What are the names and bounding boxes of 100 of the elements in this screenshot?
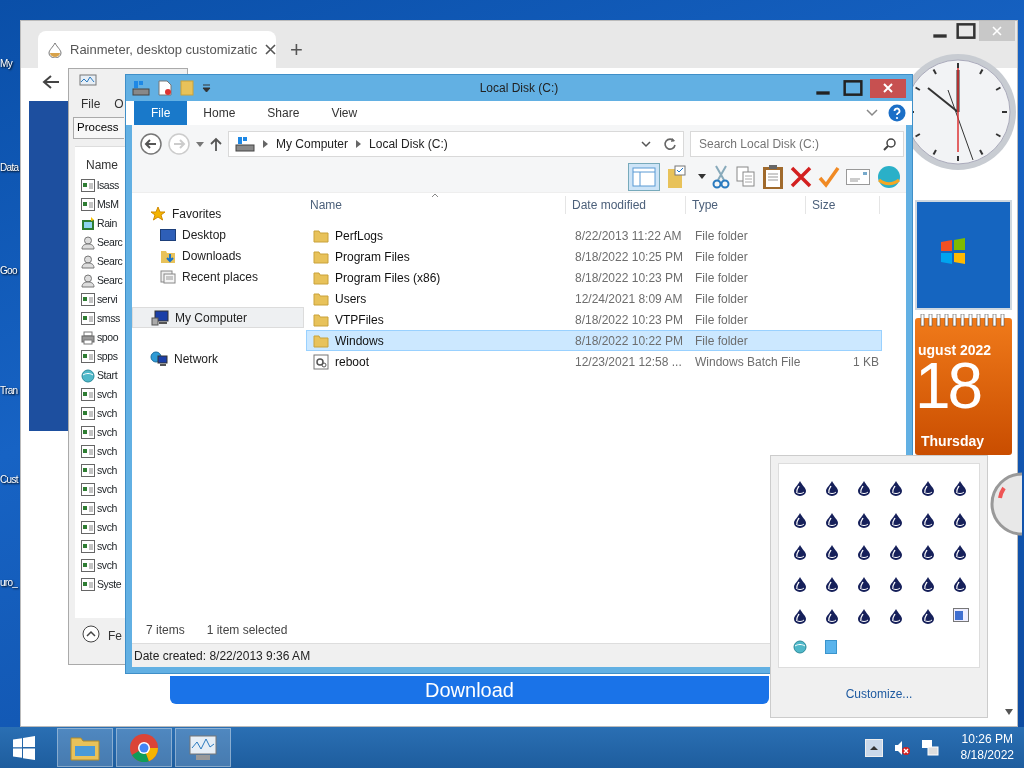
file-row[interactable]: Windows 8/18/2022 10:22 PM File folder <box>306 330 882 351</box>
chevron-up-icon[interactable] <box>864 738 883 757</box>
desktop-icon-label[interactable]: Data <box>0 162 19 173</box>
drop-icon[interactable] <box>953 480 967 496</box>
drop-icon[interactable] <box>793 512 807 528</box>
nav-item[interactable]: Downloads <box>132 245 304 266</box>
column-header[interactable]: Name <box>86 156 118 174</box>
refresh-icon[interactable] <box>663 137 677 151</box>
file-row[interactable]: Program Files 8/18/2022 10:25 PM File folder <box>306 246 882 267</box>
back-icon[interactable] <box>140 133 162 155</box>
maximize-icon[interactable] <box>953 21 979 41</box>
column-header[interactable]: Date modified <box>566 196 686 214</box>
nav-item[interactable]: Recent places <box>132 266 304 287</box>
drop-icon[interactable] <box>857 544 871 560</box>
drop-icon[interactable] <box>793 608 807 624</box>
column-header[interactable]: Size <box>806 196 880 214</box>
file-row[interactable]: PerfLogs 8/22/2013 11:22 AM File folder <box>306 225 882 246</box>
window-icon[interactable] <box>953 608 969 622</box>
maximize-icon[interactable] <box>840 78 866 98</box>
drop-icon[interactable] <box>793 480 807 496</box>
drop-icon[interactable] <box>793 544 807 560</box>
chevron-down-icon[interactable] <box>866 109 878 117</box>
drop-icon[interactable] <box>825 608 839 624</box>
menu-item[interactable]: File <box>81 95 101 113</box>
check-icon[interactable] <box>818 165 840 188</box>
drop-icon[interactable] <box>857 608 871 624</box>
breadcrumb-item[interactable]: Local Disk (C:) <box>369 135 448 153</box>
clock-time[interactable]: 10:26 PM <box>960 731 1014 748</box>
drop-icon[interactable] <box>953 576 967 592</box>
nav-item[interactable]: My Computer <box>132 307 304 328</box>
drop-icon[interactable] <box>921 576 935 592</box>
taskbar-button[interactable] <box>175 728 231 767</box>
drop-icon[interactable] <box>921 544 935 560</box>
drop-icon[interactable] <box>889 480 903 496</box>
desktop-icon-label[interactable]: Tran <box>0 385 18 396</box>
drop-icon[interactable] <box>921 608 935 624</box>
scissors-icon[interactable] <box>712 164 730 189</box>
help-icon[interactable] <box>888 104 906 122</box>
file-row[interactable]: Program Files (x86) 8/18/2022 10:23 PM File folder <box>306 267 882 288</box>
new-tab-button[interactable]: + <box>286 33 307 66</box>
drop-icon[interactable] <box>889 512 903 528</box>
globe-icon[interactable] <box>793 640 807 654</box>
search-icon[interactable] <box>883 138 896 151</box>
scroll-down-arrow-icon[interactable] <box>1005 709 1013 715</box>
drop-icon[interactable] <box>825 480 839 496</box>
drop-icon[interactable] <box>953 544 967 560</box>
file-row[interactable]: VTPFiles 8/18/2022 10:23 PM File folder <box>306 309 882 330</box>
drop-icon[interactable] <box>953 512 967 528</box>
network-icon[interactable] <box>920 738 939 757</box>
chevron-down-icon[interactable] <box>641 140 651 148</box>
desktop-icon-label[interactable]: My <box>0 58 12 69</box>
search-field[interactable]: Search Local Disk (C:) <box>690 131 904 157</box>
drop-icon[interactable] <box>889 576 903 592</box>
column-header[interactable]: Type <box>686 196 806 214</box>
column-header[interactable]: Name <box>304 196 566 214</box>
taskbar-button[interactable] <box>116 728 172 767</box>
fewer-details-link[interactable]: Fe <box>108 627 122 645</box>
envelope-icon[interactable] <box>846 168 870 185</box>
back-arrow-icon[interactable] <box>42 74 60 90</box>
browser-tab[interactable]: Rainmeter, desktop customizatic <box>38 31 276 68</box>
breadcrumb-item[interactable]: My Computer <box>276 135 349 153</box>
nav-item[interactable]: Network <box>132 348 304 369</box>
menu-item[interactable]: O <box>114 95 124 113</box>
close-icon[interactable] <box>265 44 277 55</box>
drop-icon[interactable] <box>825 544 839 560</box>
processes-tab[interactable]: Process <box>73 117 124 139</box>
taskbar-button[interactable] <box>57 728 113 767</box>
monitor-icon[interactable] <box>79 74 97 88</box>
details-pane-icon[interactable] <box>628 162 660 191</box>
clock-date[interactable]: 8/18/2022 <box>960 747 1014 764</box>
chevron-right-icon[interactable] <box>356 140 362 148</box>
desktop-icon-label[interactable]: Cust <box>0 474 18 485</box>
file-row[interactable]: Users 12/24/2021 8:09 AM File folder <box>306 288 882 309</box>
drop-icon[interactable] <box>921 480 935 496</box>
drop-icon[interactable] <box>857 576 871 592</box>
drop-icon[interactable] <box>889 544 903 560</box>
chevron-up-circle-icon[interactable] <box>82 625 100 643</box>
delete-icon[interactable] <box>790 165 812 188</box>
address-bar[interactable]: My Computer Local Disk (C:) <box>228 131 684 157</box>
dropdown-icon[interactable] <box>698 174 706 179</box>
drop-icon[interactable] <box>793 576 807 592</box>
drop-icon[interactable] <box>921 512 935 528</box>
start-icon[interactable] <box>12 735 36 760</box>
ribbon-tab[interactable]: File <box>134 101 188 125</box>
drop-icon[interactable] <box>889 608 903 624</box>
nav-item[interactable]: Desktop <box>132 224 304 245</box>
download-button[interactable]: Download <box>170 676 769 704</box>
close-button[interactable] <box>870 78 906 98</box>
file-row[interactable]: reboot 12/23/2021 12:58 ... Windows Batch File 1 KB <box>306 351 882 372</box>
drop-icon[interactable] <box>857 480 871 496</box>
up-arrow-icon[interactable] <box>210 137 222 151</box>
clipboard-icon[interactable] <box>762 163 784 190</box>
desktop-icon-label[interactable]: Goo <box>0 265 17 276</box>
desktop-icon-label[interactable]: uro_ <box>0 577 18 588</box>
drop-icon[interactable] <box>857 512 871 528</box>
chevron-right-icon[interactable] <box>263 140 268 148</box>
dropdown-icon[interactable] <box>202 84 211 92</box>
nav-item[interactable]: Favorites <box>132 203 304 224</box>
customize-link[interactable]: Customize... <box>839 684 919 704</box>
drop-icon[interactable] <box>825 576 839 592</box>
